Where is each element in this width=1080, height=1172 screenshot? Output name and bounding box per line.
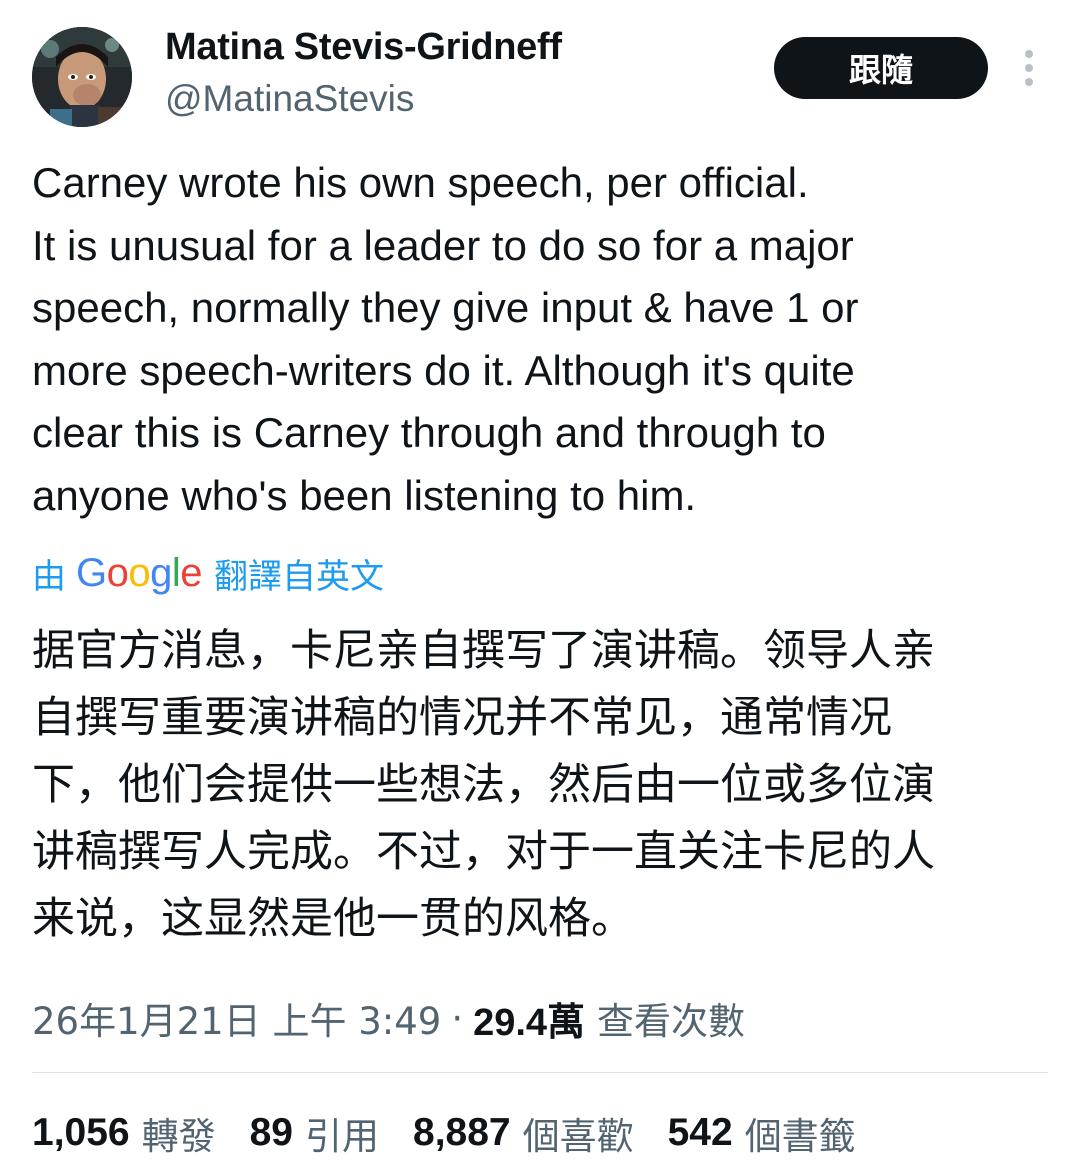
more-dot — [1025, 78, 1033, 86]
stat-label: 個喜歡 — [522, 1115, 634, 1158]
tweet-text-line: speech, normally they give input & have … — [32, 284, 859, 331]
translated-text-line: 下，他们会提供一些想法，然后由一位或多位演 — [32, 760, 935, 810]
translated-text-line: 据官方消息，卡尼亲自撰写了演讲稿。领导人亲 — [32, 626, 935, 676]
translated-text-line: 讲稿撰写人完成。不过，对于一直关注卡尼的人 — [32, 827, 935, 877]
more-dot — [1025, 64, 1033, 72]
stat-count: 542 — [667, 1111, 733, 1154]
google-logo: Google — [76, 550, 203, 596]
author-handle[interactable]: @MatinaStevis — [165, 78, 414, 120]
stat-count: 89 — [249, 1111, 293, 1154]
views-count: 29.4萬 — [473, 1001, 586, 1044]
translation-notice-prefix: 由 — [32, 556, 66, 597]
translated-text-line: 来说，这显然是他一贯的风格。 — [32, 894, 634, 944]
google-logo-letter: o — [106, 550, 129, 595]
stat-count: 8,887 — [413, 1111, 511, 1154]
translation-notice[interactable]: 由 Google 翻譯自英文 — [32, 548, 384, 598]
author-display-name[interactable]: Matina Stevis-Gridneff — [165, 26, 562, 69]
engagement-stats: 1,056 轉發 89 引用 8,887 個喜歡 542 個書籤 — [32, 1105, 890, 1161]
stat-bookmarks[interactable]: 542 個書籤 — [668, 1106, 856, 1160]
google-logo-letter: o — [128, 550, 151, 595]
stat-quotes[interactable]: 89 引用 — [250, 1106, 379, 1160]
stat-count: 1,056 — [32, 1111, 130, 1154]
tweet-timestamp[interactable]: 26年1月21日 上午 3:49 — [32, 991, 441, 1045]
tweet-header: Matina Stevis-Gridneff @MatinaStevis 跟隨 — [0, 0, 1080, 140]
translated-text: 据官方消息，卡尼亲自撰写了演讲稿。领导人亲 自撰写重要演讲稿的情况并不常见，通常… — [32, 618, 1048, 953]
meta-separator: · — [451, 996, 464, 1040]
stat-likes[interactable]: 8,887 個喜歡 — [413, 1106, 634, 1160]
tweet-text-line: Carney wrote his own speech, per officia… — [32, 159, 809, 206]
stat-label: 轉發 — [141, 1115, 216, 1158]
more-vertical-icon[interactable] — [1012, 46, 1046, 90]
tweet-text-line: more speech-writers do it. Although it's… — [32, 346, 855, 394]
avatar[interactable] — [32, 27, 132, 127]
tweet-meta: 26年1月21日 上午 3:49 · 29.4萬 查看次數 — [32, 990, 745, 1046]
tweet-text-line: It is unusual for a leader to do so for … — [32, 221, 854, 269]
more-dot — [1025, 50, 1033, 58]
stat-retweets[interactable]: 1,056 轉發 — [32, 1106, 216, 1160]
google-logo-letter: e — [180, 550, 203, 595]
stat-label: 個書籤 — [744, 1115, 856, 1158]
follow-button[interactable]: 跟隨 — [774, 37, 988, 99]
tweet-text: Carney wrote his own speech, per officia… — [32, 152, 1042, 527]
google-logo-letter: g — [150, 550, 172, 595]
translation-notice-suffix: 翻譯自英文 — [214, 556, 385, 597]
divider — [32, 1072, 1048, 1073]
tweet-text-line: clear this is Carney through and through… — [32, 409, 826, 456]
translated-text-line: 自撰写重要演讲稿的情况并不常见，通常情况 — [32, 693, 892, 743]
stat-label: 引用 — [305, 1115, 379, 1158]
google-logo-letter: G — [76, 550, 107, 595]
views-label: 查看次數 — [597, 1000, 746, 1043]
google-logo-letter: l — [171, 550, 181, 595]
tweet-text-line: anyone who's been listening to him. — [32, 471, 697, 519]
